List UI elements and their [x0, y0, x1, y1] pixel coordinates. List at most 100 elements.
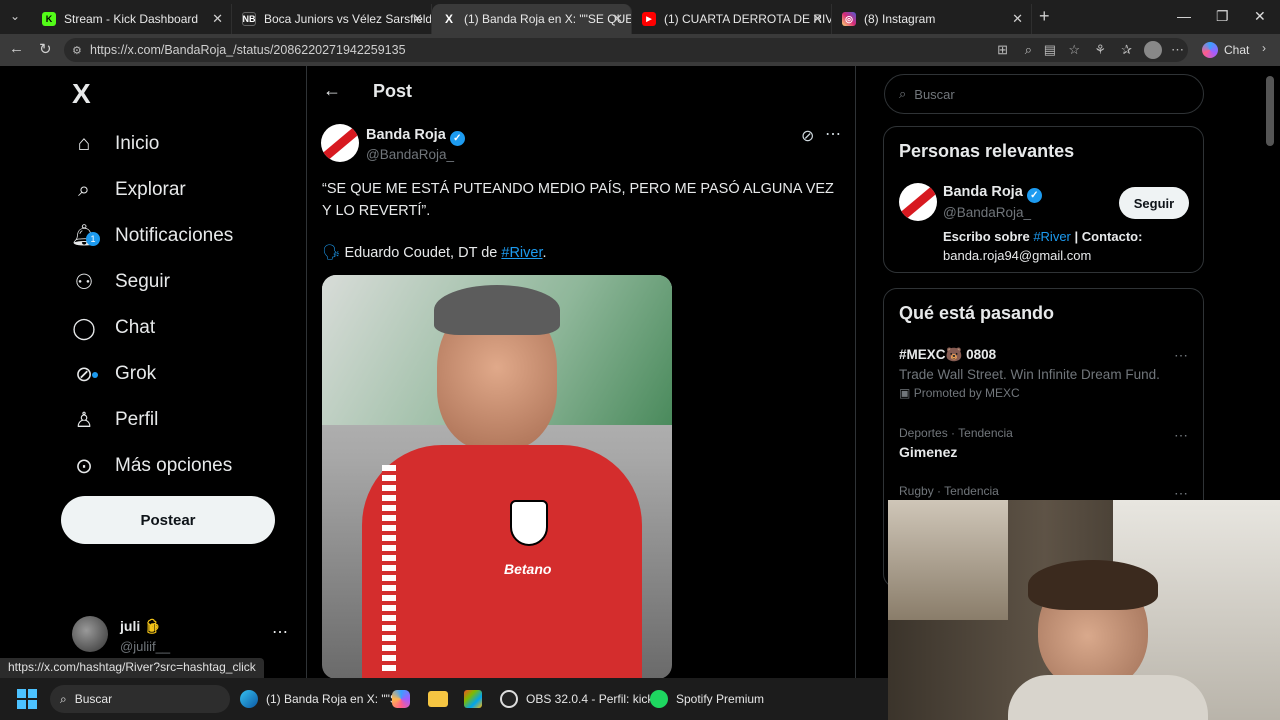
nav-label: Inicio [115, 133, 160, 154]
more-icon[interactable]: ⋯ [1171, 42, 1184, 58]
taskbar-item-label: OBS 32.0.4 - Perfil: kick [526, 692, 654, 706]
notification-badge: 1 [86, 232, 100, 246]
favorite-star-icon[interactable]: ☆ [1068, 42, 1080, 58]
taskbar-copilot[interactable] [392, 678, 410, 720]
extensions-icon[interactable]: ⚘ [1094, 42, 1106, 58]
post-image[interactable]: Betano [322, 275, 672, 678]
nav-label: Explorar [115, 179, 186, 200]
browser-tab-instagram[interactable]: ◎ (8) Instagram ✕ [832, 4, 1032, 34]
copilot-chat-button[interactable]: Chat [1202, 42, 1249, 58]
url-text: https://x.com/BandaRoja_/status/20862202… [90, 43, 406, 57]
taskbar-search[interactable]: ⌕ Buscar [50, 685, 230, 713]
back-icon[interactable]: ← [9, 40, 24, 57]
nav-label: Notificaciones [115, 225, 234, 246]
taskbar-explorer[interactable] [428, 678, 448, 720]
windows-logo-icon [17, 689, 37, 709]
author-handle[interactable]: @BandaRoja_ [366, 147, 454, 162]
relevant-avatar[interactable] [899, 183, 937, 221]
user-name: juli 🍺︎ [120, 618, 162, 634]
relevant-bio: Escribo sobre #River | Contacto: banda.r… [943, 229, 1143, 263]
window-close-icon[interactable]: ✕ [1254, 8, 1266, 25]
restore-icon[interactable]: ❐ [1216, 8, 1229, 25]
nav-item-explorar[interactable]: ⌕ Explorar [72, 167, 186, 213]
profile-avatar[interactable] [1144, 41, 1162, 59]
person-add-icon: ⚇ [74, 270, 94, 294]
taskbar-item-label: Spotify Premium [676, 692, 765, 706]
close-icon[interactable]: ✕ [812, 11, 823, 27]
new-tab-icon[interactable]: + [1039, 6, 1050, 27]
scrollbar-thumb[interactable] [1266, 76, 1274, 146]
close-icon[interactable]: ✕ [1012, 11, 1023, 27]
minimize-icon[interactable]: — [1177, 8, 1191, 24]
trend-meta: Rugby · Tendencia [899, 484, 999, 498]
trend-item[interactable]: Deportes · Tendencia Gimenez [899, 426, 1189, 460]
address-bar[interactable]: ⚙ https://x.com/BandaRoja_/status/208622… [64, 38, 1188, 62]
more-icon[interactable]: ⋯ [825, 124, 841, 144]
account-switcher[interactable]: juli 🍺︎ @juliif__ ⋯ [72, 614, 292, 654]
tab-title: (1) CUARTA DERROTA DE RIVER Y [664, 12, 831, 26]
nav-item-seguir[interactable]: ⚇ Seguir [72, 259, 170, 305]
close-icon[interactable]: ✕ [412, 11, 423, 27]
favorites-icon[interactable]: ✰ [1121, 42, 1132, 58]
close-icon[interactable]: ✕ [212, 11, 223, 27]
taskbar-obs[interactable]: OBS 32.0.4 - Perfil: kick [500, 678, 653, 720]
browser-tab-boca[interactable]: NB Boca Juniors vs Vélez Sarsfield - Li … [232, 4, 432, 34]
follow-button[interactable]: Seguir [1119, 187, 1189, 219]
back-arrow-icon[interactable]: ← [323, 80, 341, 101]
more-icon[interactable]: ⋯ [1174, 347, 1188, 364]
verified-badge-icon: ✓ [1026, 188, 1042, 203]
browser-tab-youtube[interactable]: ▶ (1) CUARTA DERROTA DE RIVER Y ✕ [632, 4, 832, 34]
zoom-icon[interactable]: ⌕ [1025, 42, 1032, 58]
more-circle-icon: ⊙ [75, 454, 93, 478]
obs-icon [500, 690, 518, 708]
x-logo-icon[interactable]: X [72, 78, 91, 110]
shirt-stripe [382, 465, 396, 675]
more-icon[interactable]: ⋯ [1174, 427, 1188, 444]
user-handle: @juliif__ [120, 639, 171, 654]
nav-label: Seguir [115, 271, 170, 292]
close-icon[interactable]: ✕ [612, 11, 623, 27]
card-title: Qué está pasando [899, 303, 1055, 323]
author-avatar[interactable] [321, 124, 359, 162]
taskbar-spotify[interactable]: Spotify Premium [650, 678, 764, 720]
nav-item-perfil[interactable]: ♙ Perfil [72, 397, 159, 443]
post-button[interactable]: Postear [61, 496, 275, 544]
nav-item-inicio[interactable]: ⌂ Inicio [72, 121, 160, 167]
apps-icon[interactable]: ⊞ [997, 42, 1008, 58]
kick-icon: K [42, 12, 56, 26]
site-info-icon[interactable]: ⚙ [72, 44, 82, 57]
relevant-handle[interactable]: @BandaRoja_ [943, 205, 1031, 220]
youtube-icon: ▶ [642, 12, 656, 26]
nav-label: Grok [115, 363, 157, 384]
taskbar-edge[interactable]: (1) Banda Roja en X: ""SE [240, 678, 406, 720]
bio-hashtag-link[interactable]: #River [1033, 229, 1071, 244]
browser-tab-bar: ⌄ K Stream - Kick Dashboard ✕ NB Boca Ju… [0, 0, 1280, 34]
nav-item-mas-opciones[interactable]: ⊙ Más opciones [72, 443, 232, 489]
nav-item-grok[interactable]: ⊘ Grok [72, 351, 156, 397]
start-button[interactable] [17, 678, 37, 720]
search-input[interactable]: ⌕ Buscar [884, 74, 1204, 114]
nav-item-chat[interactable]: ◯ Chat [72, 305, 155, 351]
store-icon [464, 690, 482, 708]
hashtag-link[interactable]: #River [501, 245, 542, 261]
sidebar-toggle-icon[interactable]: › [1262, 41, 1266, 55]
nav-item-notificaciones[interactable]: 🔔︎ 1 Notificaciones [71, 213, 234, 259]
taskbar-search-label: Buscar [74, 692, 113, 706]
grok-icon[interactable]: ⊘ [801, 126, 814, 146]
grok-icon: ⊘ [72, 362, 98, 387]
folder-icon [428, 691, 448, 707]
nav-label: Chat [115, 317, 156, 338]
reader-icon[interactable]: ▤ [1044, 42, 1056, 58]
relevant-name[interactable]: Banda Roja ✓ [943, 184, 1042, 203]
taskbar-store[interactable] [464, 678, 482, 720]
more-icon[interactable]: ⋯ [272, 622, 288, 642]
search-icon: ⌕ [78, 178, 90, 201]
trend-item[interactable]: #MEXC🐻 0808 Trade Wall Street. Win Infin… [899, 347, 1189, 400]
trend-item[interactable]: Rugby · Tendencia [899, 484, 1189, 498]
tab-list-icon[interactable]: ⌄ [10, 9, 20, 23]
browser-tab-x[interactable]: X (1) Banda Roja en X: ""SE QUE ME ✕ [432, 4, 632, 34]
browser-tab-kick[interactable]: K Stream - Kick Dashboard ✕ [32, 4, 232, 34]
author-name[interactable]: Banda Roja ✓ [366, 127, 465, 146]
left-navigation: X ⌂ Inicio ⌕ Explorar 🔔︎ 1 Notificaciones… [0, 66, 306, 678]
refresh-icon[interactable]: ↻ [39, 40, 52, 58]
